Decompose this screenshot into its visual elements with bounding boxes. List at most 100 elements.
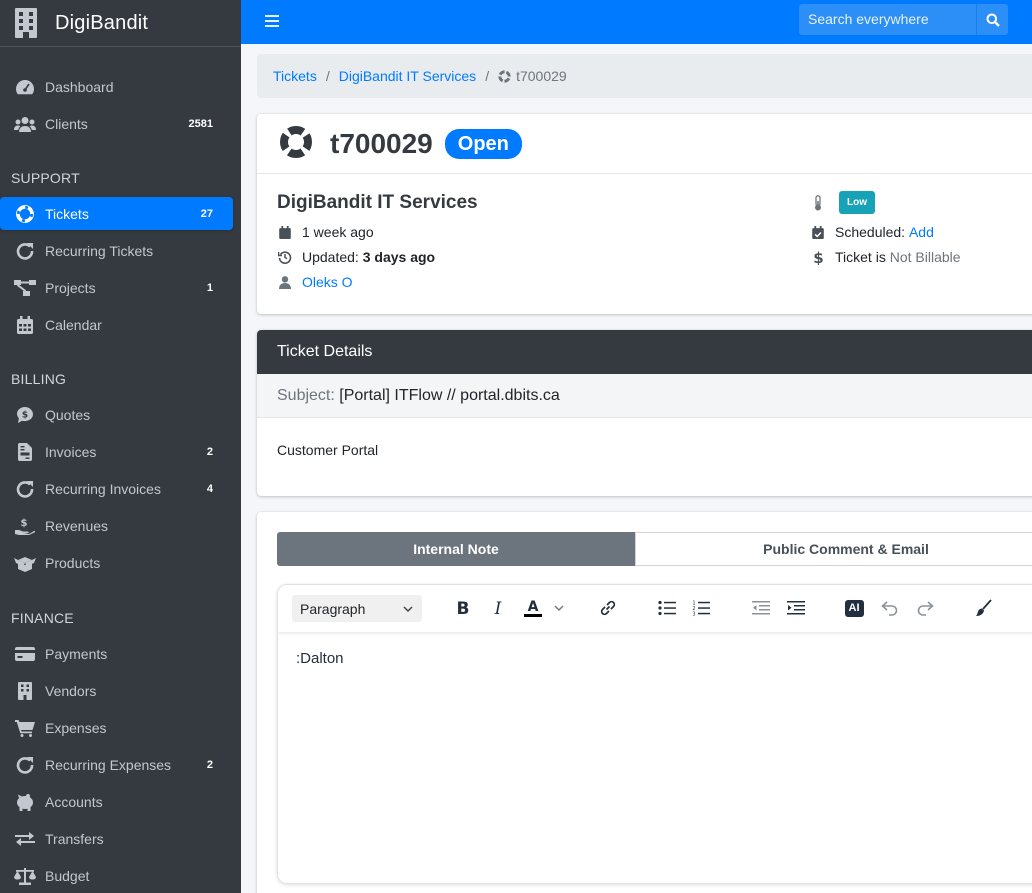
outdent-button[interactable]	[750, 597, 772, 619]
numbered-list-icon: 123	[692, 601, 710, 617]
block-format-value: Paragraph	[300, 600, 366, 617]
block-format-select[interactable]: Paragraph	[292, 595, 422, 622]
redo-button[interactable]	[915, 597, 937, 619]
created-row: 1 week ago	[277, 224, 374, 240]
indent-button[interactable]	[785, 597, 807, 619]
priority-badge: Low	[839, 191, 875, 214]
chevron-down-icon	[402, 602, 414, 618]
sidebar-item-label: Invoices	[45, 443, 97, 460]
sidebar-item-label: Dashboard	[45, 78, 114, 95]
tab-internal-note[interactable]: Internal Note	[277, 532, 635, 566]
status-badge: Open	[444, 128, 522, 159]
subject-value: [Portal] ITFlow // portal.dbits.ca	[339, 386, 560, 404]
sidebar-header-billing: BILLING	[11, 371, 67, 387]
sidebar-item-label: Calendar	[45, 316, 102, 333]
link-icon	[600, 600, 616, 616]
svg-text:3: 3	[692, 612, 695, 617]
svg-text:$: $	[814, 250, 823, 265]
link-button[interactable]	[597, 597, 619, 619]
sidebar-item-invoices[interactable]: Invoices 2	[0, 435, 233, 468]
sidebar-item-label: Tickets	[45, 205, 89, 222]
assignee-link[interactable]: Oleks O	[302, 274, 353, 290]
sidebar-item-revenues[interactable]: $ Revenues	[0, 509, 233, 542]
search-bar: Search everywhere	[799, 4, 1008, 35]
svg-text:$: $	[22, 410, 28, 420]
sidebar-item-projects[interactable]: Projects 1	[0, 271, 233, 304]
ai-button[interactable]: AI	[843, 597, 865, 619]
rich-text-editor: Paragraph B I A 123 AI :Dalton	[277, 584, 1032, 884]
billable-value[interactable]: Not Billable	[890, 249, 961, 265]
brand[interactable]: DigiBandit	[0, 0, 241, 47]
menu-icon[interactable]	[265, 14, 279, 28]
sidebar-item-payments[interactable]: Payments	[0, 637, 233, 670]
sidebar-item-tickets[interactable]: Tickets 27	[0, 197, 233, 230]
italic-button[interactable]: I	[487, 597, 509, 619]
redo-icon	[917, 601, 934, 616]
chevron-down-icon	[554, 605, 564, 612]
breadcrumb-client-link[interactable]: DigiBandit IT Services	[339, 68, 476, 84]
sidebar-item-count: 1	[206, 281, 213, 294]
box-open-icon	[14, 554, 36, 572]
search-button[interactable]	[976, 4, 1008, 35]
sidebar-item-budget[interactable]: Budget	[0, 859, 233, 892]
scheduled-add-link[interactable]: Add	[909, 224, 934, 240]
text-color-button[interactable]: A	[522, 597, 544, 619]
sidebar-item-count: 2581	[188, 117, 213, 130]
sidebar-item-vendors[interactable]: Vendors	[0, 674, 233, 707]
sidebar-item-recurring-expenses[interactable]: Recurring Expenses 2	[0, 748, 233, 781]
created-value: 1 week ago	[302, 224, 374, 240]
client-name[interactable]: DigiBandit IT Services	[277, 192, 478, 214]
brush-icon	[976, 599, 992, 616]
brand-name: DigiBandit	[55, 11, 149, 34]
comment-dollar-icon: $	[14, 406, 36, 424]
bold-button[interactable]: B	[452, 597, 474, 619]
ticket-body: Customer Portal	[277, 442, 379, 458]
topbar: Search everywhere	[241, 0, 1032, 44]
clear-formatting-button[interactable]	[973, 597, 995, 619]
dashboard-icon	[14, 78, 36, 96]
search-icon	[986, 13, 1000, 27]
indent-icon	[787, 601, 805, 615]
search-input[interactable]: Search everywhere	[799, 4, 976, 35]
tab-public-comment[interactable]: Public Comment & Email	[635, 532, 1032, 566]
calendar-icon	[277, 224, 293, 240]
sidebar-item-expenses[interactable]: Expenses	[0, 711, 233, 744]
sidebar-item-transfers[interactable]: Transfers	[0, 822, 233, 855]
svg-text:$: $	[21, 518, 28, 529]
updated-row: Updated: 3 days ago	[277, 249, 435, 265]
subject-row: Subject: [Portal] ITFlow // portal.dbits…	[257, 374, 1032, 418]
life-ring-icon	[498, 69, 511, 83]
breadcrumb-separator: /	[485, 68, 490, 84]
building-icon	[14, 8, 38, 38]
sidebar-item-calendar[interactable]: Calendar	[0, 308, 233, 341]
sidebar-item-count: 4	[206, 482, 213, 495]
sidebar-item-recurring-tickets[interactable]: Recurring Tickets	[0, 234, 233, 267]
sidebar-item-label: Vendors	[45, 682, 97, 699]
updated-label: Updated:	[302, 249, 359, 265]
ticket-details-card: Ticket Details Subject: [Portal] ITFlow …	[257, 330, 1032, 496]
assignee-row: Oleks O	[277, 274, 353, 290]
calendar-icon	[14, 315, 36, 334]
sidebar-header-finance: FINANCE	[11, 610, 74, 626]
sidebar-item-dashboard[interactable]: Dashboard	[0, 70, 233, 103]
credit-card-icon	[14, 645, 36, 663]
thermometer-icon	[810, 194, 826, 211]
breadcrumb-tickets-link[interactable]: Tickets	[273, 68, 317, 84]
sidebar-item-products[interactable]: Products	[0, 546, 233, 579]
text-color-dropdown[interactable]	[548, 597, 570, 619]
undo-button[interactable]	[878, 597, 900, 619]
outdent-icon	[752, 601, 770, 615]
svg-text:I: I	[494, 600, 502, 616]
calendar-check-icon	[810, 224, 826, 240]
sidebar-item-accounts[interactable]: Accounts	[0, 785, 233, 818]
sidebar-item-clients[interactable]: Clients 2581	[0, 107, 233, 140]
numbered-list-button[interactable]: 123	[690, 597, 712, 619]
bullet-list-icon	[658, 600, 676, 616]
sidebar-item-quotes[interactable]: $ Quotes	[0, 398, 233, 431]
bullet-list-button[interactable]	[656, 597, 678, 619]
editor-content[interactable]: :Dalton	[278, 632, 1032, 685]
svg-text:B: B	[457, 600, 470, 616]
svg-text:A: A	[528, 599, 539, 615]
sidebar-item-recurring-invoices[interactable]: Recurring Invoices 4	[0, 472, 233, 505]
breadcrumb: Tickets / DigiBandit IT Services / t7000…	[257, 54, 1032, 98]
